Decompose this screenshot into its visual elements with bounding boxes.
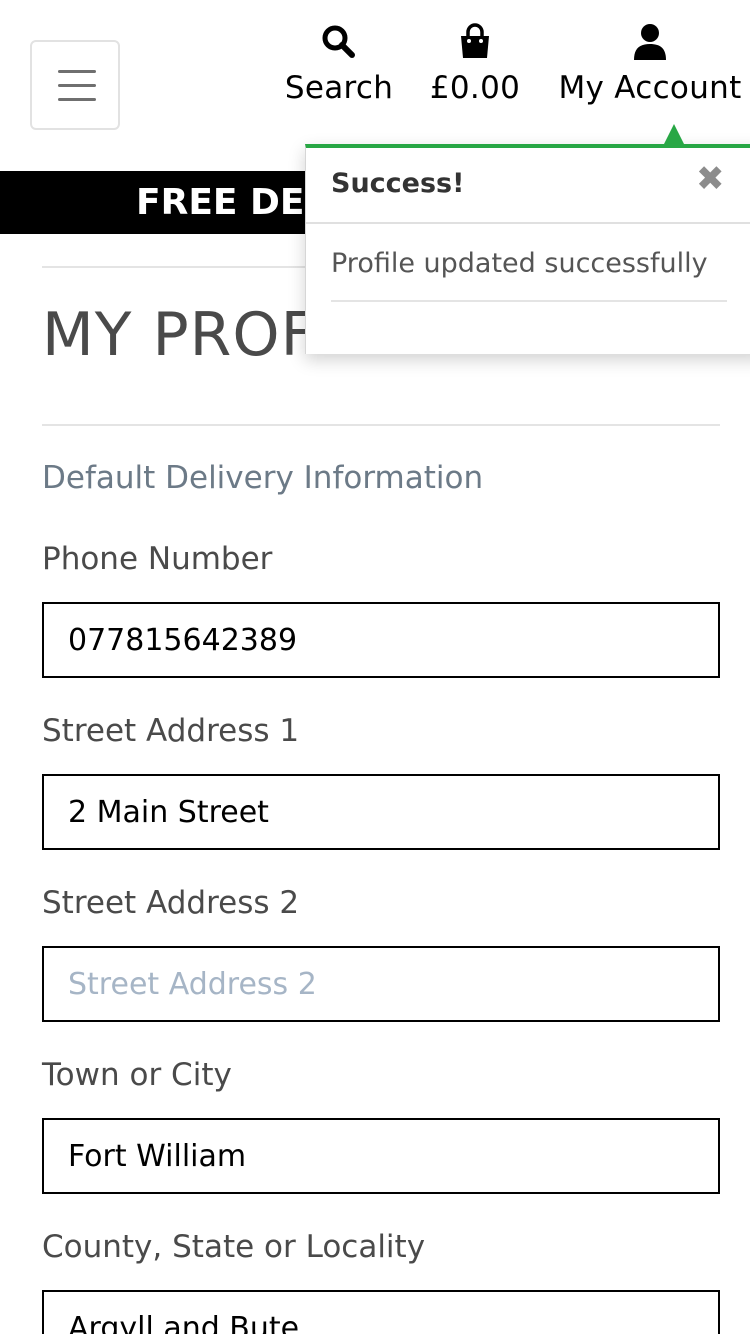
street-address-1-input[interactable]	[42, 774, 720, 850]
bag-total: £0.00	[429, 70, 521, 106]
toast-title: Success!	[331, 168, 465, 199]
phone-number-label: Phone Number	[42, 541, 273, 577]
shopping-bag-icon	[461, 23, 489, 58]
street-address-2-label: Street Address 2	[42, 885, 300, 921]
page-title: MY PROF	[42, 300, 317, 370]
toast-message: Profile updated successfully	[331, 248, 708, 279]
toast-header: Success! ✖	[306, 148, 750, 224]
divider	[42, 424, 720, 426]
user-icon	[634, 24, 666, 60]
town-or-city-label: Town or City	[42, 1057, 232, 1093]
my-account-link[interactable]: My Account	[550, 22, 750, 106]
hamburger-icon	[58, 70, 96, 73]
search-label: Search	[284, 70, 394, 106]
toast-divider	[331, 300, 727, 302]
bag-link[interactable]: £0.00	[425, 22, 525, 106]
section-title: Default Delivery Information	[42, 460, 484, 496]
search-icon	[322, 25, 355, 58]
close-icon[interactable]: ✖	[696, 162, 725, 196]
profile-page: Search £0.00 My Account FREE DELI MY PRO…	[0, 0, 750, 1334]
town-or-city-input[interactable]	[42, 1118, 720, 1194]
street-address-1-label: Street Address 1	[42, 713, 300, 749]
my-account-label: My Account	[558, 70, 742, 106]
hamburger-icon-bar	[58, 98, 96, 101]
county-input[interactable]	[42, 1290, 720, 1334]
county-label: County, State or Locality	[42, 1229, 426, 1265]
toast-arrow	[664, 124, 684, 144]
phone-number-input[interactable]	[42, 602, 720, 678]
street-address-2-input[interactable]	[42, 946, 720, 1022]
menu-button[interactable]	[30, 40, 120, 130]
success-toast: Success! ✖ Profile updated successfully	[305, 124, 750, 354]
hamburger-icon-bar	[58, 84, 96, 87]
search-link[interactable]: Search	[278, 22, 400, 106]
